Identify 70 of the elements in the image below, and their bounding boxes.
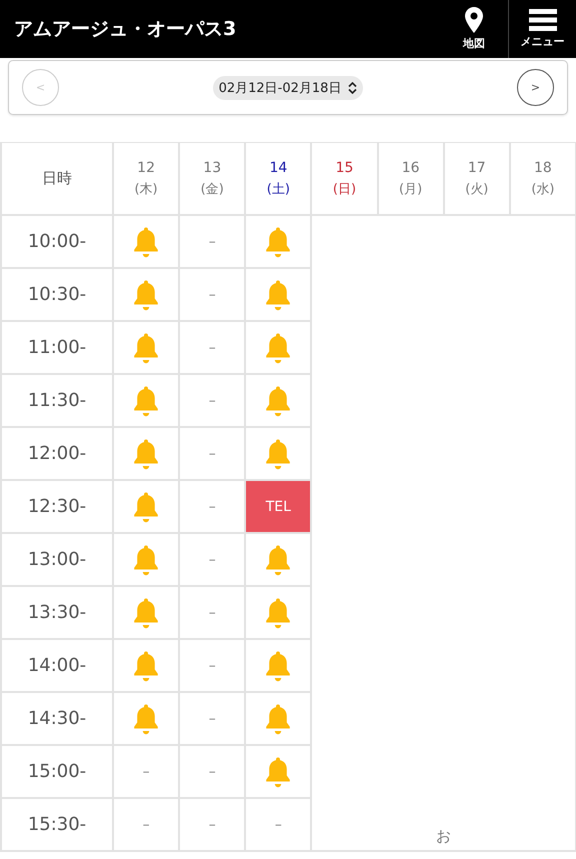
- tel-cell[interactable]: TEL: [245, 480, 312, 533]
- up-down-icon: [348, 82, 358, 94]
- time-label: 13:00-: [1, 533, 113, 586]
- menu-icon: [528, 9, 556, 31]
- unavailable-mark: –: [179, 427, 246, 480]
- unavailable-mark: –: [179, 692, 246, 745]
- weekday-label: (金): [200, 180, 225, 198]
- unavailable-mark: –: [179, 374, 246, 427]
- bell-icon[interactable]: [133, 650, 160, 682]
- closed-note: お: [436, 828, 452, 844]
- day-number: 14: [268, 158, 288, 178]
- bell-icon[interactable]: [265, 650, 292, 682]
- column-header: 日時: [1, 142, 113, 215]
- time-label: 14:00-: [1, 639, 113, 692]
- bell-icon[interactable]: [265, 384, 292, 416]
- unavailable-mark: –: [113, 745, 180, 798]
- bell-icon[interactable]: [133, 702, 160, 734]
- time-label: 11:00-: [1, 321, 113, 374]
- bell-icon[interactable]: [133, 490, 160, 522]
- bell-icon[interactable]: [133, 438, 160, 470]
- day-number: 18: [533, 158, 553, 178]
- time-label: 10:30-: [1, 268, 113, 321]
- unavailable-mark: –: [179, 215, 246, 268]
- day-number: 17: [466, 158, 487, 178]
- bell-icon[interactable]: [133, 332, 160, 364]
- bell-icon[interactable]: [265, 756, 292, 788]
- unavailable-mark: –: [179, 586, 246, 639]
- unavailable-mark: –: [179, 533, 246, 586]
- map-button[interactable]: 地図: [440, 0, 508, 58]
- day-number: 16: [400, 158, 421, 178]
- weekday-label: (水): [530, 180, 556, 198]
- weekday-label: (日): [332, 180, 358, 198]
- bell-icon[interactable]: [265, 332, 292, 364]
- time-label: 12:30-: [1, 480, 113, 533]
- menu-button[interactable]: メニュー: [508, 0, 576, 58]
- unavailable-mark: –: [179, 798, 246, 851]
- weekday-label: (火): [464, 180, 490, 198]
- unavailable-mark: –: [179, 268, 246, 321]
- bell-icon[interactable]: [133, 226, 160, 258]
- unavailable-mark: –: [179, 321, 246, 374]
- bell-icon[interactable]: [265, 438, 292, 470]
- bell-icon[interactable]: [265, 544, 292, 576]
- time-label: 14:30-: [1, 692, 113, 745]
- time-label: 15:00-: [1, 745, 113, 798]
- app-title: アムアージュ・オーパス3: [13, 17, 238, 42]
- time-label: 11:30-: [1, 374, 113, 427]
- unavailable-mark: –: [179, 639, 246, 692]
- bell-icon[interactable]: [265, 702, 292, 734]
- map-pin-icon: [465, 7, 483, 33]
- time-label: 15:30-: [1, 798, 113, 851]
- bell-icon[interactable]: [265, 596, 292, 628]
- time-label: 12:00-: [1, 427, 113, 480]
- next-week-button[interactable]: >: [516, 69, 554, 106]
- time-label: 13:30-: [1, 586, 113, 639]
- week-select[interactable]: 02月12日-02月18日: [212, 76, 364, 100]
- day-number: 15: [334, 158, 354, 178]
- time-label: 10:00-: [1, 215, 113, 268]
- weekday-label: (月): [398, 180, 424, 198]
- bell-icon[interactable]: [133, 596, 160, 628]
- unavailable-mark: –: [113, 798, 180, 851]
- bell-icon[interactable]: [133, 384, 160, 416]
- weekday-label: (木): [133, 180, 159, 198]
- bell-icon[interactable]: [265, 226, 292, 258]
- unavailable-mark: –: [179, 745, 246, 798]
- bell-icon[interactable]: [265, 278, 292, 310]
- bell-icon[interactable]: [133, 278, 160, 310]
- bell-icon[interactable]: [133, 544, 160, 576]
- day-number: 13: [202, 158, 222, 178]
- weekday-label: (土): [266, 180, 291, 198]
- day-number: 12: [136, 158, 156, 178]
